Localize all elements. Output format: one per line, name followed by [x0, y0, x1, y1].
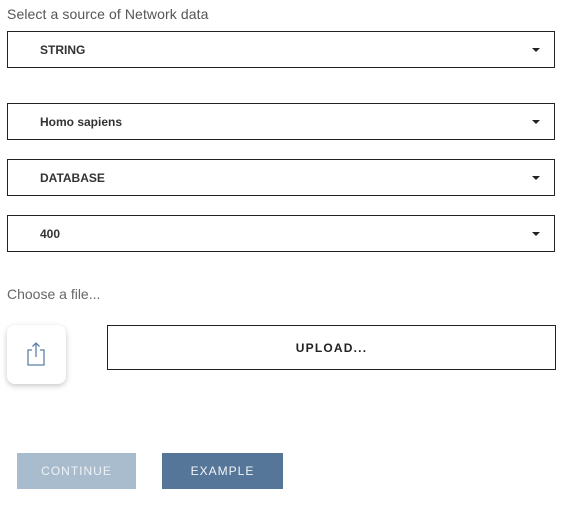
organism-select[interactable]: Homo sapiens — [7, 103, 555, 140]
form-heading: Select a source of Network data — [7, 6, 209, 22]
caret-down-icon — [532, 47, 540, 52]
source-select-value: STRING — [40, 42, 86, 57]
threshold-select-value: 400 — [40, 226, 61, 241]
type-select-value: DATABASE — [40, 170, 105, 185]
type-select[interactable]: DATABASE — [7, 159, 555, 196]
continue-button[interactable]: CONTINUE — [17, 453, 136, 489]
threshold-select[interactable]: 400 — [7, 215, 555, 252]
upload-button[interactable]: UPLOAD... — [107, 325, 556, 370]
source-select[interactable]: STRING — [7, 31, 555, 68]
organism-select-value: Homo sapiens — [40, 114, 123, 129]
upload-icon-button[interactable] — [7, 325, 66, 384]
caret-down-icon — [532, 119, 540, 124]
caret-down-icon — [532, 175, 540, 180]
network-source-form: Select a source of Network data STRING H… — [0, 0, 566, 510]
file-label: Choose a file... — [7, 286, 101, 302]
example-button[interactable]: EXAMPLE — [162, 453, 283, 489]
caret-down-icon — [532, 231, 540, 236]
share-upload-icon — [27, 342, 45, 366]
